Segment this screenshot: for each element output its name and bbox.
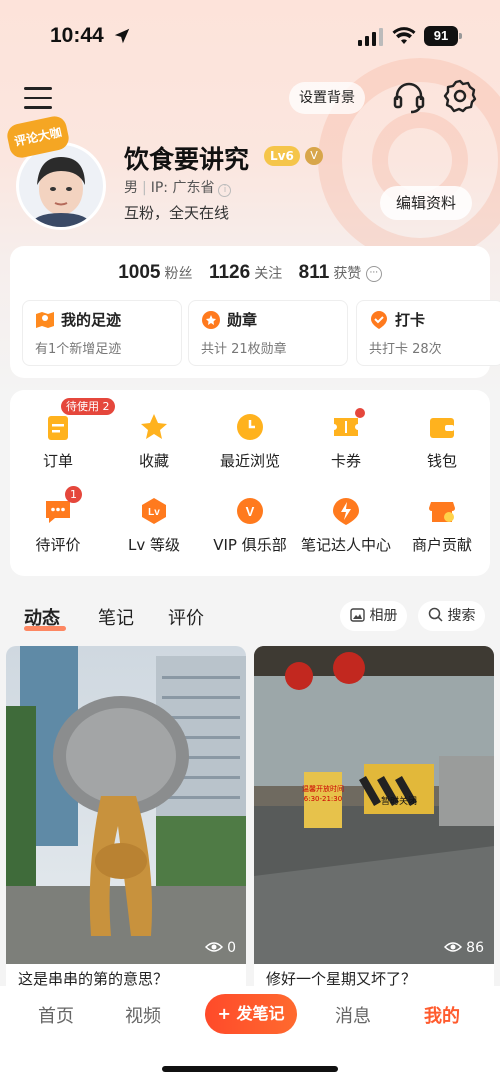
feed-caption[interactable]: 修好一个星期又坏了？ <box>254 964 494 986</box>
edit-profile-button[interactable]: 编辑资料 <box>380 186 473 220</box>
medal-icon <box>202 311 220 329</box>
services-grid: 待使用 2 订单 收藏 最近浏览 卡券 钱包 1 待评价 Lv Lv 等级 V … <box>10 390 490 576</box>
medals-tile[interactable]: 勋章 共计 21枚勋章 <box>188 300 348 366</box>
eye-icon <box>204 942 223 952</box>
gender: 男 <box>124 180 138 196</box>
level-icon: Lv <box>142 498 166 524</box>
more-icon[interactable]: ··· <box>365 266 382 282</box>
shop-icon <box>429 502 455 522</box>
sign-text-line3: 暂时关闭 <box>381 795 417 807</box>
image-icon <box>350 608 365 622</box>
tab-notes[interactable]: 笔记 <box>98 604 134 630</box>
nav-video[interactable]: 视频 <box>125 1002 161 1028</box>
favorites-item[interactable]: 收藏 <box>106 412 202 471</box>
recent-views-item[interactable]: 最近浏览 <box>202 412 298 471</box>
feed-photo-sculpture[interactable]: 0 <box>6 646 246 964</box>
username: 饮食要讲究 <box>124 145 250 174</box>
checkin-pin-icon <box>371 311 387 329</box>
followers-stat[interactable]: 1005 粉丝 <box>118 262 192 283</box>
ip-location: IP: 广东省 <box>150 180 215 196</box>
review-count-badge: 1 <box>65 486 82 503</box>
nav-messages[interactable]: 消息 <box>335 1002 371 1028</box>
home-indicator[interactable] <box>162 1066 338 1072</box>
orders-item[interactable]: 待使用 2 订单 <box>10 398 115 471</box>
sign-text-line2: 6:30-21:30 <box>304 795 342 803</box>
footprint-tile[interactable]: 我的足迹 有1个新增足迹 <box>22 300 182 366</box>
svg-text:Lv: Lv <box>148 507 160 518</box>
feed-photo-escalator[interactable]: 温馨开放时间 6:30-21:30 暂时关闭 86 <box>254 646 494 964</box>
coupons-item[interactable]: 卡券 <box>298 408 394 471</box>
bio: 互粉，全天在线 <box>124 204 230 222</box>
tab-underline <box>24 626 66 631</box>
search-button[interactable]: 搜索 <box>418 601 486 631</box>
level-badge[interactable]: Lv6 <box>264 146 300 166</box>
stats-row: 1005 粉丝 1126 关注 811 获赞 ··· <box>10 262 490 284</box>
merchant-contribution-item[interactable]: 商户贡献 <box>394 496 490 555</box>
nav-home[interactable]: 首页 <box>38 1002 74 1028</box>
profile-meta: 男 | IP: 广东省 i <box>124 177 232 197</box>
note-creator-center-item[interactable]: 笔记达人中心 <box>298 496 394 555</box>
status-time: 10:44 <box>50 24 104 47</box>
view-count: 0 <box>204 940 236 956</box>
wallet-icon <box>430 418 454 438</box>
album-button[interactable]: 相册 <box>340 601 408 631</box>
search-icon <box>428 607 443 622</box>
new-dot <box>355 408 365 418</box>
settings-gear-icon[interactable] <box>442 78 478 114</box>
stats-card: 1005 粉丝 1126 关注 811 获赞 ··· 我的足迹 有1个新增足迹 勋章 … <box>10 246 500 378</box>
star-icon <box>141 414 167 439</box>
set-background-button[interactable]: 设置背景 <box>289 82 365 114</box>
menu-icon[interactable] <box>24 80 52 110</box>
order-icon <box>48 416 68 440</box>
nav-mine[interactable]: 我的 <box>424 1002 460 1028</box>
tab-reviews[interactable]: 评价 <box>168 604 204 630</box>
lightning-icon <box>333 498 359 525</box>
pending-review-item[interactable]: 1 待评价 <box>10 486 106 555</box>
likes-stat[interactable]: 811 获赞 ··· <box>299 262 382 283</box>
checkin-tile[interactable]: 打卡 共打卡 28次 <box>356 300 500 366</box>
feed-caption[interactable]: 这是串串的第的意思？ <box>6 964 246 986</box>
eye-icon <box>443 942 462 952</box>
sign-text-line1: 温馨开放时间 <box>302 784 344 793</box>
vip-icon: V <box>237 498 263 524</box>
location-arrow-icon <box>114 28 130 44</box>
svg-text:V: V <box>246 504 255 519</box>
customer-service-icon[interactable] <box>392 80 426 114</box>
clock-icon <box>237 414 263 440</box>
following-stat[interactable]: 1126 关注 <box>209 262 282 283</box>
wallet-item[interactable]: 钱包 <box>394 412 490 471</box>
verified-icon: V <box>305 147 323 165</box>
post-note-button[interactable]: + 发笔记 <box>205 994 297 1034</box>
view-count: 86 <box>443 940 484 956</box>
info-icon[interactable]: i <box>218 184 232 197</box>
map-icon <box>36 312 54 328</box>
vip-club-item[interactable]: V VIP 俱乐部 <box>202 496 298 555</box>
level-item[interactable]: Lv Lv 等级 <box>106 496 202 555</box>
